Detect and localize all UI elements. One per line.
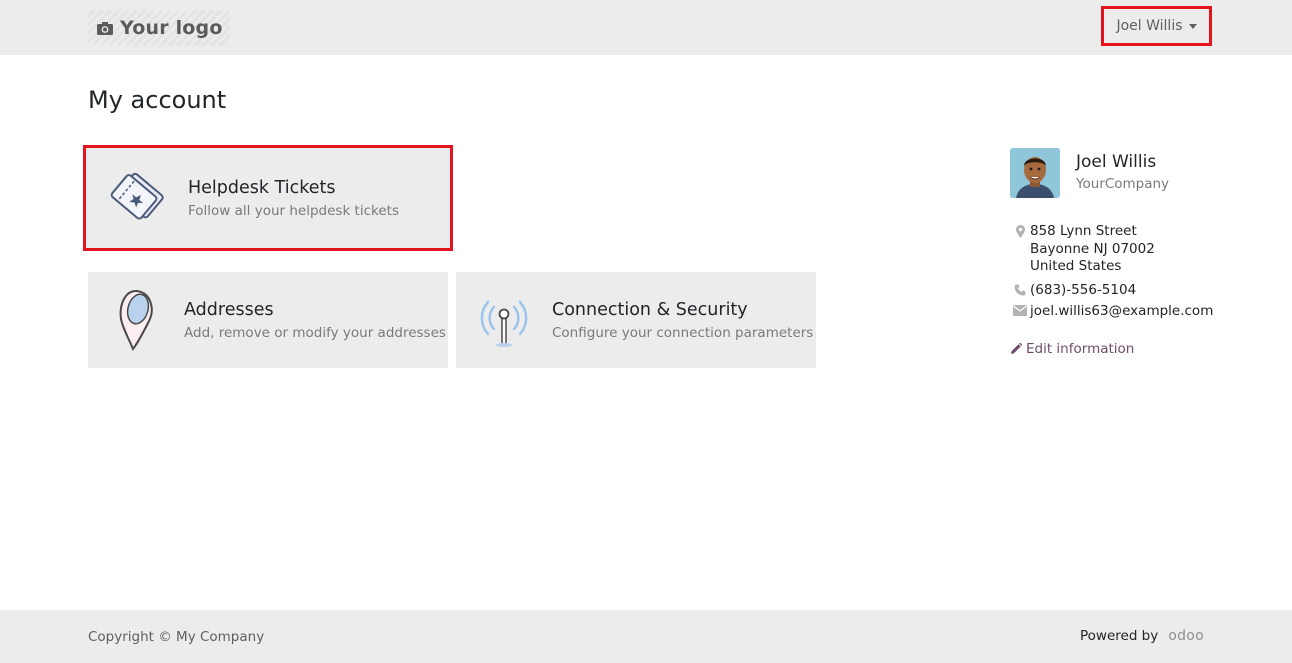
powered-by: Powered by odoo [1080, 628, 1204, 644]
phone-icon [1010, 282, 1030, 296]
company-logo[interactable]: Your logo [88, 10, 230, 46]
helpdesk-tickets-card[interactable]: Helpdesk Tickets Follow all your helpdes… [83, 145, 453, 251]
address-info: 858 Lynn Street Bayonne NJ 07002 United … [1010, 223, 1155, 276]
edit-information-label: Edit information [1026, 341, 1135, 357]
card-title: Addresses [184, 299, 274, 320]
profile-company: YourCompany [1076, 176, 1170, 192]
connection-security-card[interactable]: Connection & Security Configure your con… [456, 272, 816, 368]
top-navbar: Your logo Joel Willis [0, 0, 1292, 55]
card-description: Configure your connection parameters [552, 324, 814, 341]
footer: Copyright © My Company Powered by odoo [0, 610, 1292, 663]
antenna-icon [456, 290, 552, 350]
card-description: Add, remove or modify your addresses [184, 324, 446, 341]
powered-by-label: Powered by [1080, 628, 1159, 644]
address-line: 858 Lynn Street [1030, 223, 1137, 239]
pencil-icon [1011, 343, 1022, 354]
camera-icon [97, 22, 113, 35]
email-info: joel.willis63@example.com [1010, 303, 1213, 321]
map-pin-icon [88, 287, 184, 353]
caret-down-icon [1188, 24, 1197, 29]
card-title: Connection & Security [552, 299, 748, 320]
odoo-logo[interactable]: odoo [1168, 628, 1204, 644]
address-line: United States [1030, 258, 1122, 274]
phone-info: (683)-556-5104 [1010, 282, 1136, 300]
envelope-icon [1010, 303, 1030, 316]
addresses-card[interactable]: Addresses Add, remove or modify your add… [88, 272, 448, 368]
copyright-text: Copyright © My Company [88, 629, 265, 645]
card-description: Follow all your helpdesk tickets [188, 202, 399, 219]
user-menu-label: Joel Willis [1116, 18, 1183, 34]
ticket-icon [86, 168, 188, 228]
phone-number: (683)-556-5104 [1030, 282, 1137, 298]
card-title: Helpdesk Tickets [188, 177, 336, 198]
edit-information-link[interactable]: Edit information [1010, 341, 1134, 357]
avatar [1010, 148, 1060, 198]
email-address: joel.willis63@example.com [1030, 303, 1214, 319]
user-menu-dropdown[interactable]: Joel Willis [1101, 6, 1212, 46]
page-title: My account [88, 86, 227, 114]
address-line: Bayonne NJ 07002 [1030, 240, 1155, 257]
logo-text: Your logo [120, 17, 223, 39]
profile-name: Joel Willis [1076, 152, 1157, 172]
map-marker-icon [1010, 223, 1030, 238]
